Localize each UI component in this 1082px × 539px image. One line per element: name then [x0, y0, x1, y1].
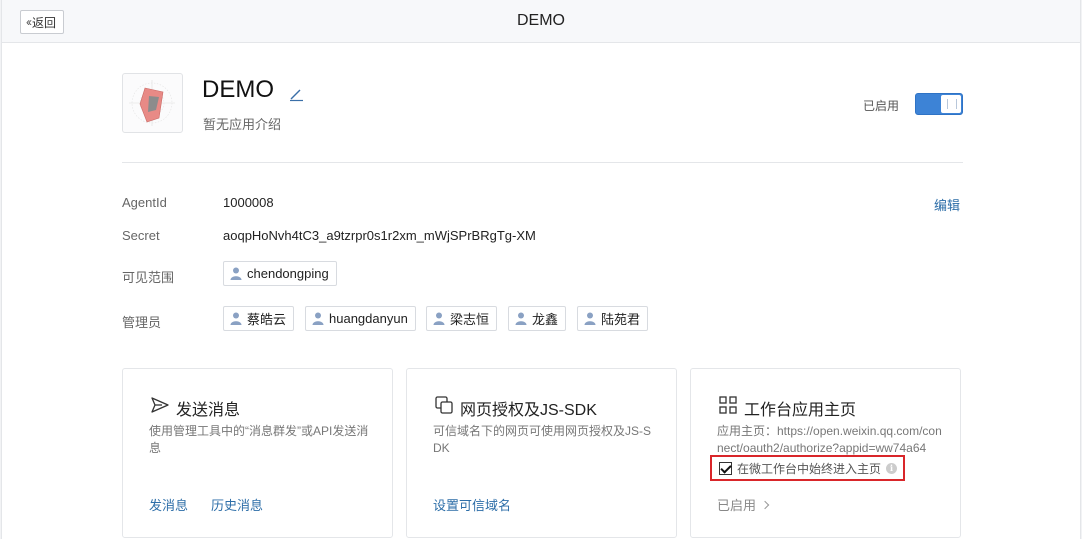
- send-message-link[interactable]: 发消息: [149, 495, 188, 514]
- user-icon: [230, 312, 242, 325]
- web-auth-card: 网页授权及JS-SDK 可信域名下的网页可使用网页授权及JS-SDK 设置可信域…: [406, 368, 677, 538]
- copy-pages-icon: [435, 396, 453, 414]
- edit-link[interactable]: 编辑: [934, 195, 960, 214]
- toggle-knob: [941, 95, 961, 113]
- app-description: 暂无应用介绍: [203, 117, 282, 132]
- app-detail-page: ‹‹ 返回 DEMO DEMO 暂无应用介绍 已启用 AgentId 10000…: [1, 0, 1081, 539]
- enabled-status-label: 已启用: [863, 99, 900, 113]
- admin-name: 龙鑫: [532, 312, 559, 327]
- admin-tag: 梁志恒: [426, 306, 498, 331]
- always-enter-homepage-option: 在微工作台中始终进入主页 i: [710, 455, 905, 481]
- user-icon: [230, 267, 242, 280]
- admin-tag: 蔡皓云: [223, 306, 295, 331]
- always-enter-homepage-label: 在微工作台中始终进入主页: [737, 461, 882, 476]
- divider: [122, 162, 963, 163]
- user-icon: [584, 312, 596, 325]
- homepage-title: 工作台应用主页: [744, 402, 857, 419]
- app-logo: [122, 73, 183, 133]
- admin-tag: huangdanyun: [305, 306, 416, 331]
- admin-tag: 陆苑君: [577, 306, 649, 331]
- homepage-enabled-status[interactable]: 已启用: [717, 495, 770, 514]
- app-logo-graphic-icon: [129, 80, 175, 126]
- homepage-enabled-label: 已启用: [717, 498, 757, 513]
- always-enter-homepage-checkbox[interactable]: [719, 461, 732, 475]
- set-trusted-domain-link[interactable]: 设置可信域名: [433, 495, 511, 514]
- top-bar: ‹‹ 返回 DEMO: [2, 0, 1080, 43]
- user-icon: [515, 312, 527, 325]
- homepage-card: 工作台应用主页 应用主页：https://open.weixin.qq.com/…: [690, 368, 961, 538]
- send-message-title: 发送消息: [176, 402, 241, 419]
- pencil-icon[interactable]: [288, 86, 304, 102]
- grid-icon: [719, 396, 737, 414]
- send-icon: [151, 397, 169, 413]
- admin-name: 梁志恒: [450, 312, 490, 327]
- agentid-label: AgentId: [122, 195, 167, 210]
- history-message-link[interactable]: 历史消息: [211, 495, 263, 514]
- secret-value: aoqpHoNvh4tC3_a9tzrpr0s1r2xm_mWjSPrBRgTg…: [223, 228, 536, 243]
- visible-range-label: 可见范围: [122, 270, 175, 285]
- app-name: DEMO: [202, 76, 274, 103]
- enabled-toggle[interactable]: [915, 93, 963, 115]
- page-title: DEMO: [517, 12, 565, 29]
- web-auth-desc: 可信域名下的网页可使用网页授权及JS-SDK: [433, 424, 652, 455]
- user-icon: [312, 312, 324, 325]
- user-icon: [433, 312, 445, 325]
- admin-name: 蔡皓云: [247, 312, 287, 327]
- admin-label: 管理员: [122, 315, 162, 330]
- admin-tag: 龙鑫: [508, 306, 567, 331]
- agentid-value: 1000008: [223, 195, 274, 210]
- visible-user-name: chendongping: [247, 266, 329, 281]
- admin-name: huangdanyun: [329, 311, 408, 326]
- send-message-desc: 使用管理工具中的“消息群发”或API发送消息: [149, 424, 369, 455]
- chevron-right-icon: [760, 500, 770, 509]
- admin-name: 陆苑君: [601, 312, 641, 327]
- info-icon[interactable]: i: [886, 462, 898, 474]
- send-message-card: 发送消息 使用管理工具中的“消息群发”或API发送消息 发消息 历史消息: [122, 368, 393, 538]
- homepage-url: 应用主页：https://open.weixin.qq.com/connect/…: [717, 424, 942, 455]
- visible-user-tag: chendongping: [223, 261, 337, 286]
- secret-label: Secret: [122, 228, 160, 243]
- web-auth-title: 网页授权及JS-SDK: [460, 402, 597, 419]
